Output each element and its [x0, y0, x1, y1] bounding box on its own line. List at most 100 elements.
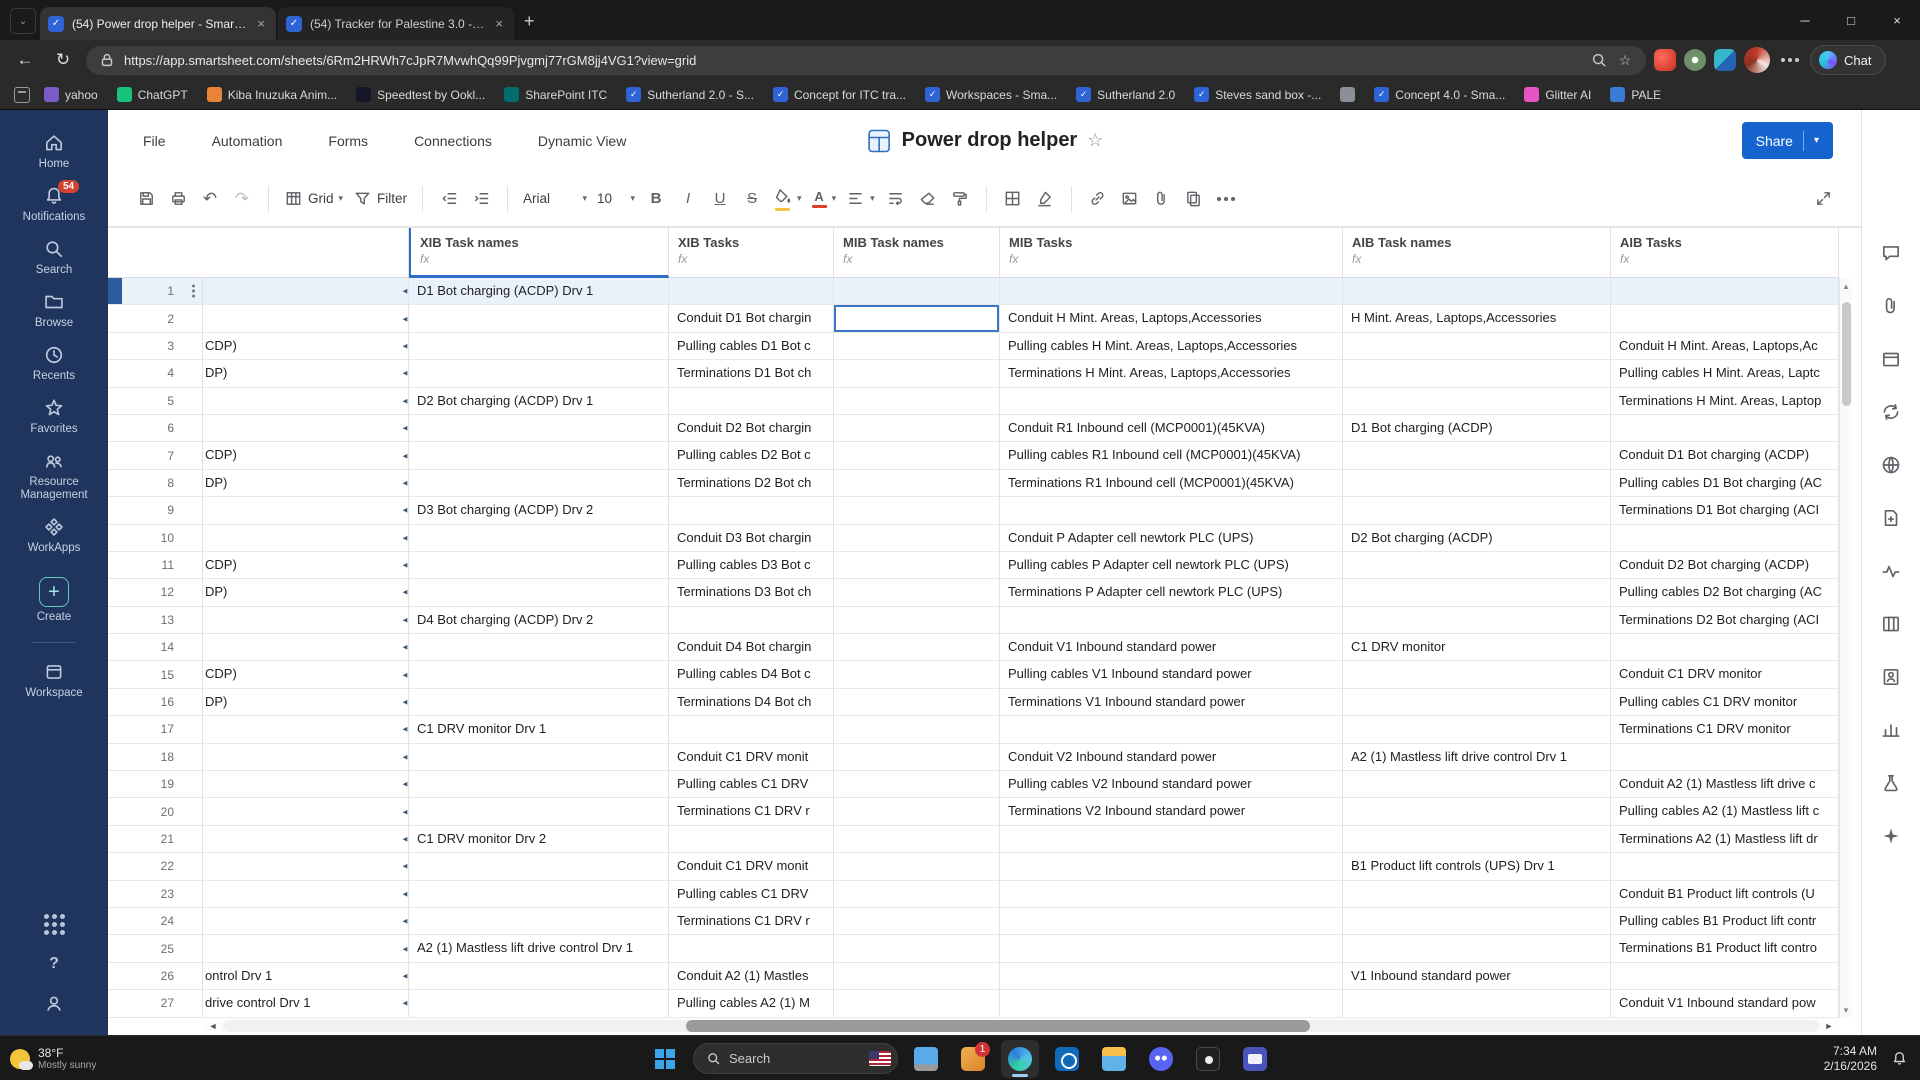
expand-sheet-button[interactable]	[1807, 182, 1839, 216]
cell[interactable]	[834, 935, 1000, 962]
cell[interactable]: Conduit C1 DRV monit	[669, 853, 834, 880]
cell[interactable]	[1343, 990, 1611, 1017]
cell[interactable]	[409, 524, 669, 551]
cell[interactable]	[409, 853, 669, 880]
chat-button[interactable]: Chat	[1810, 45, 1887, 75]
menu-file[interactable]: File	[143, 133, 166, 149]
proofs-icon[interactable]	[1880, 348, 1902, 370]
cell[interactable]	[1343, 387, 1611, 414]
cell[interactable]: Pulling cables C1 DRV monitor	[1611, 688, 1839, 716]
cell-clipped-left[interactable]: DP)	[203, 688, 409, 716]
row-number[interactable]: 18	[108, 743, 203, 771]
row-number[interactable]: 21	[108, 825, 203, 853]
cell[interactable]: Pulling cables H Mint. Areas, Laptops,Ac…	[1000, 332, 1343, 360]
undo-button[interactable]: ↶	[194, 182, 226, 216]
underline-button[interactable]: U	[704, 182, 736, 216]
cell[interactable]: Terminations V1 Inbound standard power	[1000, 688, 1343, 716]
cell[interactable]: Terminations C1 DRV monitor	[1611, 716, 1839, 743]
insights-icon[interactable]	[1880, 719, 1902, 741]
cell[interactable]	[834, 771, 1000, 798]
outlook-icon[interactable]	[1048, 1040, 1086, 1078]
cell[interactable]: C1 DRV monitor	[1343, 634, 1611, 661]
cell-clipped-left[interactable]: DP)	[203, 360, 409, 387]
sidebar-item-browse[interactable]: Browse	[0, 291, 108, 330]
cell[interactable]	[409, 661, 669, 688]
scroll-up-icon[interactable]: ▲	[1842, 278, 1850, 294]
row-number[interactable]: 15	[108, 661, 203, 688]
refresh-button[interactable]: ↻	[48, 45, 78, 75]
sidebar-item-resource-management[interactable]: Resource Management	[0, 450, 108, 502]
sidebar-item-workspace[interactable]: Workspace	[0, 661, 108, 700]
cell[interactable]	[669, 716, 834, 743]
cell[interactable]	[834, 551, 1000, 579]
cell[interactable]	[1343, 606, 1611, 634]
cell[interactable]: Terminations R1 Inbound cell (MCP0001)(4…	[1000, 469, 1343, 497]
help-icon[interactable]: ?	[49, 955, 59, 973]
cell[interactable]	[834, 661, 1000, 688]
cell[interactable]	[409, 798, 669, 825]
bookmark-item[interactable]: Glitter AI	[1524, 87, 1591, 102]
browser-tab[interactable]: ✓ (54) Power drop helper - Smartshe... ×	[40, 7, 276, 40]
cell[interactable]	[834, 907, 1000, 935]
column-header[interactable]: XIB Task names fx	[409, 228, 669, 278]
cell[interactable]	[1000, 962, 1343, 990]
cell[interactable]	[409, 442, 669, 469]
comments-icon[interactable]	[1880, 242, 1902, 264]
cell[interactable]	[409, 990, 669, 1017]
cell[interactable]: V1 Inbound standard power	[1343, 962, 1611, 990]
columns-icon[interactable]	[1880, 613, 1902, 635]
extension-icon-2[interactable]	[1684, 49, 1706, 71]
bookmark-item[interactable]: ✓ Sutherland 2.0	[1076, 87, 1175, 102]
row-number[interactable]: 12	[108, 579, 203, 606]
cell[interactable]: Pulling cables B1 Product lift contr	[1611, 907, 1839, 935]
row-number[interactable]: 20	[108, 798, 203, 825]
cell[interactable]	[1000, 907, 1343, 935]
cell[interactable]	[409, 551, 669, 579]
reading-list-icon[interactable]	[14, 86, 30, 103]
font-size-select[interactable]: 10 ▾	[592, 182, 640, 216]
cell[interactable]: Terminations H Mint. Areas, Laptop	[1611, 387, 1839, 414]
cell[interactable]	[834, 332, 1000, 360]
row-number[interactable]: 27	[108, 990, 203, 1017]
cell[interactable]	[1000, 278, 1343, 305]
cell[interactable]: Terminations V2 Inbound standard power	[1000, 798, 1343, 825]
cell[interactable]	[1611, 853, 1839, 880]
cell[interactable]: Conduit D3 Bot chargin	[669, 524, 834, 551]
attach-button[interactable]	[1146, 182, 1178, 216]
bold-button[interactable]: B	[640, 182, 672, 216]
sidebar-item-recents[interactable]: Recents	[0, 344, 108, 383]
cell[interactable]	[1611, 634, 1839, 661]
cell[interactable]	[834, 798, 1000, 825]
bookmark-item[interactable]: PALE	[1610, 87, 1661, 102]
cell[interactable]: Terminations A2 (1) Mastless lift dr	[1611, 825, 1839, 853]
update-requests-icon[interactable]	[1880, 401, 1902, 423]
cell[interactable]: Pulling cables V2 Inbound standard power	[1000, 771, 1343, 798]
row-number[interactable]: 4	[108, 360, 203, 387]
cell[interactable]	[1343, 469, 1611, 497]
cell[interactable]	[1611, 743, 1839, 771]
cell[interactable]	[1000, 825, 1343, 853]
cell-clipped-left[interactable]	[203, 606, 409, 634]
cell[interactable]	[834, 853, 1000, 880]
cell[interactable]: Terminations D4 Bot ch	[669, 688, 834, 716]
row-number[interactable]: 17	[108, 716, 203, 743]
cell[interactable]	[409, 688, 669, 716]
back-button[interactable]: ←	[10, 45, 40, 75]
image-button[interactable]	[1114, 182, 1146, 216]
font-family-select[interactable]: Arial ▾	[518, 182, 592, 216]
cell[interactable]: Conduit V1 Inbound standard power	[1000, 634, 1343, 661]
cell[interactable]	[409, 332, 669, 360]
cell[interactable]	[1343, 798, 1611, 825]
view-selector[interactable]: Grid ▾	[279, 182, 348, 216]
cell[interactable]: Pulling cables A2 (1) Mastless lift c	[1611, 798, 1839, 825]
extension-icon-1[interactable]	[1654, 49, 1676, 71]
cell[interactable]: B1 Product lift controls (UPS) Drv 1	[1343, 853, 1611, 880]
row-menu-icon[interactable]	[192, 289, 195, 293]
wrap-text-button[interactable]	[880, 182, 912, 216]
cell[interactable]: Pulling cables C1 DRV	[669, 880, 834, 907]
url-bar[interactable]: https://app.smartsheet.com/sheets/6Rm2HR…	[86, 45, 1646, 75]
cell[interactable]: D3 Bot charging (ACDP) Drv 2	[409, 497, 669, 524]
cell[interactable]	[1343, 278, 1611, 305]
cell[interactable]: Terminations D3 Bot ch	[669, 579, 834, 606]
cell[interactable]	[1343, 935, 1611, 962]
